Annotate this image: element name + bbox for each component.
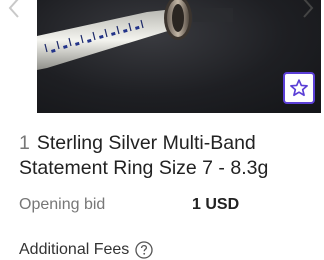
opening-bid-value: 1 USD — [192, 196, 240, 213]
opening-bid-label: Opening bid — [19, 196, 106, 213]
chevron-left-icon — [8, 0, 19, 18]
chevron-right-icon — [303, 0, 314, 18]
favorite-button[interactable] — [283, 72, 315, 104]
additional-fees-row[interactable]: Additional Fees — [19, 240, 153, 260]
lot-title: 1 Sterling Silver Multi-Band Statement Ri… — [19, 131, 319, 181]
additional-fees-label: Additional Fees — [19, 241, 130, 258]
ring-sizer-illustration — [37, 0, 233, 70]
image-carousel[interactable] — [0, 0, 324, 113]
next-image-button[interactable] — [296, 0, 320, 22]
star-icon — [290, 79, 308, 97]
product-photo — [37, 0, 321, 113]
previous-image-button[interactable] — [2, 0, 26, 22]
lot-title-text: Sterling Silver Multi-Band Statement Rin… — [19, 132, 269, 179]
lot-number: 1 — [19, 132, 30, 154]
question-circle-icon[interactable] — [135, 241, 153, 259]
